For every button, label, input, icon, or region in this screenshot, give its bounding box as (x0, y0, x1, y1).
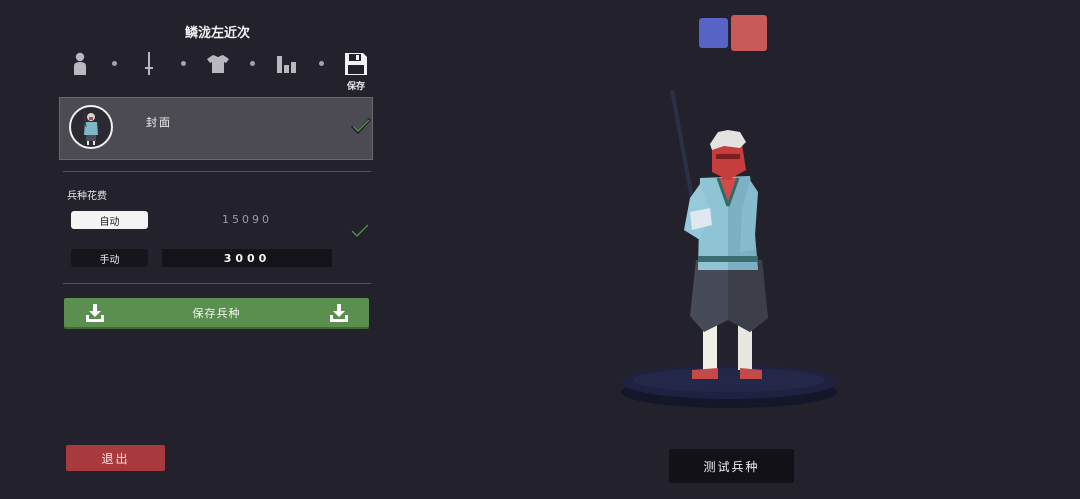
auto-cost-button[interactable]: 自动 (71, 211, 148, 229)
person-icon[interactable] (67, 50, 93, 78)
step-separator-dot (250, 61, 255, 66)
divider (63, 283, 371, 284)
exit-button[interactable]: 退出 (66, 445, 165, 471)
cover-card[interactable]: 封面 (59, 97, 373, 160)
cover-label: 封面 (146, 116, 172, 129)
divider (63, 171, 371, 172)
auto-cost-value: 15090 (222, 213, 272, 226)
unit-name-title: 鳞泷左近次 (184, 26, 250, 41)
unit-avatar (69, 105, 113, 149)
save-unit-button[interactable]: 保存兵种 (64, 298, 369, 327)
stats-icon[interactable] (274, 50, 300, 78)
manual-cost-input[interactable] (162, 249, 332, 267)
step-separator-dot (181, 61, 186, 66)
step-separator-dot (112, 61, 117, 66)
floppy-disk-icon[interactable] (343, 50, 369, 78)
step-separator-dot (319, 61, 324, 66)
sword-icon[interactable] (136, 50, 162, 78)
save-step-label: 保存 (346, 82, 365, 92)
red-team-swatch[interactable] (731, 15, 767, 51)
download-icon (329, 303, 349, 323)
unit-preview-model[interactable] (600, 80, 860, 420)
unit-cost-heading: 兵种花费 (67, 191, 107, 202)
save-unit-label: 保存兵种 (192, 307, 241, 320)
cover-check-icon (350, 117, 372, 135)
manual-cost-button[interactable]: 手动 (71, 249, 148, 267)
blue-team-swatch[interactable] (699, 18, 728, 48)
cost-check-icon (349, 222, 371, 240)
test-unit-button[interactable]: 测试兵种 (669, 449, 794, 483)
shirt-icon[interactable] (205, 50, 231, 78)
